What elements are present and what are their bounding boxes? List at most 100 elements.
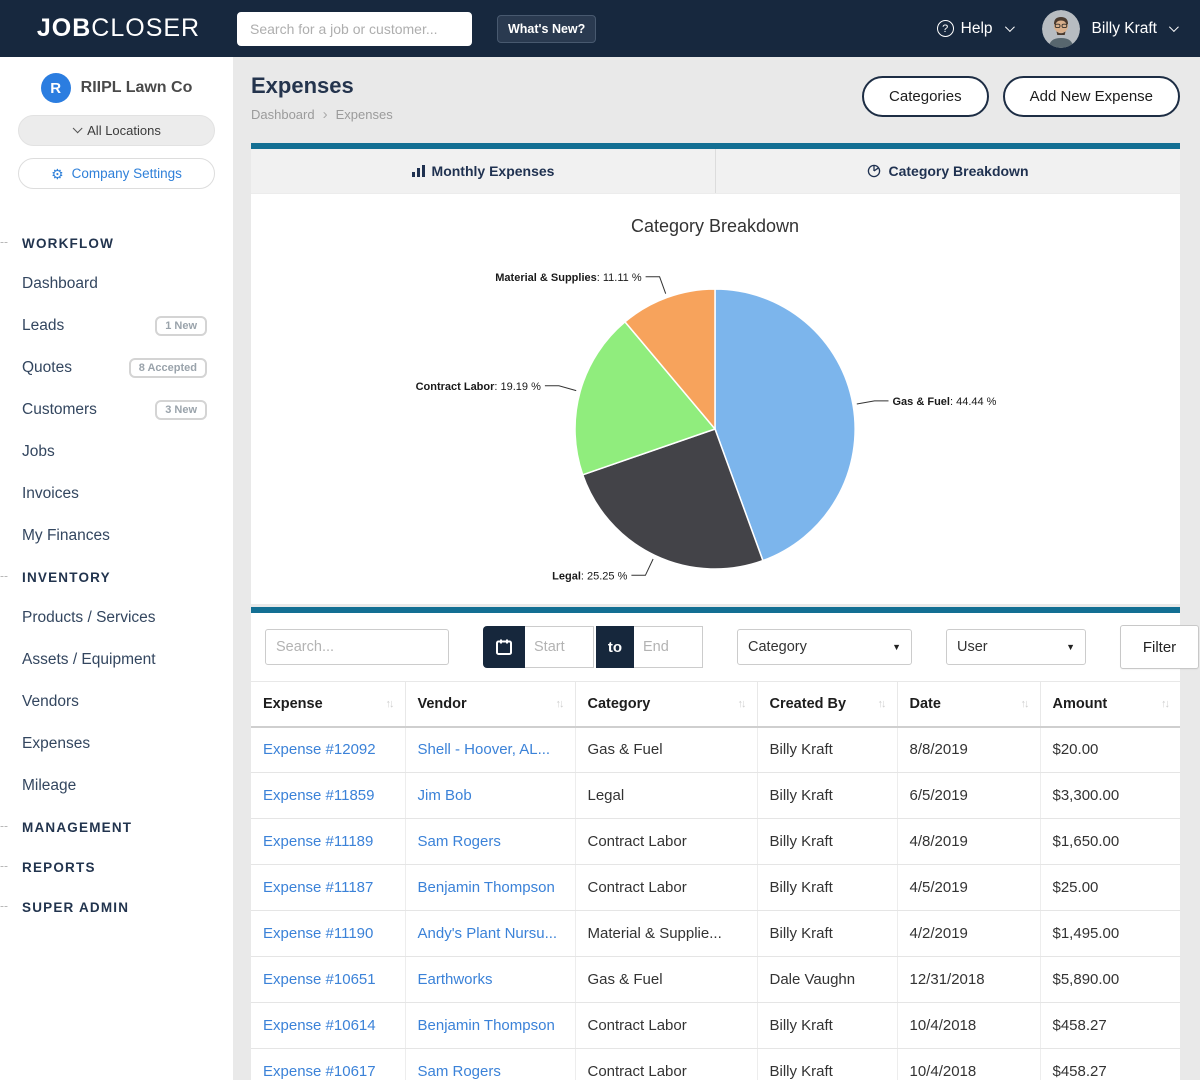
sidebar-item-label: Invoices [22,485,79,503]
expense-link[interactable]: Expense #10617 [251,1049,405,1080]
vendor-link[interactable]: Andy's Plant Nursu... [405,911,575,957]
expenses-table: Expense↑↓ Vendor↑↓ Category↑↓ Created By… [251,681,1180,1080]
vendor-link[interactable]: Benjamin Thompson [405,1003,575,1049]
category-cell: Material & Supplie... [575,911,757,957]
bar-chart-icon [412,165,425,177]
breadcrumb-dashboard[interactable]: Dashboard [251,107,315,122]
vendor-link[interactable]: Sam Rogers [405,819,575,865]
page-title: Expenses [251,73,393,99]
sidebar-section-workflow[interactable]: -- WORKFLOW [0,223,233,263]
whats-new-button[interactable]: What's New? [497,15,596,43]
global-search-input[interactable] [237,12,472,46]
user-menu[interactable]: Billy Kraft [1092,20,1157,38]
created-by-cell: Billy Kraft [757,865,897,911]
expense-link[interactable]: Expense #11187 [251,865,405,911]
expense-link[interactable]: Expense #10651 [251,957,405,1003]
company-name: RIIPL Lawn Co [81,79,193,97]
table-body: Expense #12092 Shell - Hoover, AL... Gas… [251,727,1180,1080]
sidebar-item-dashboard[interactable]: Dashboard [0,263,233,305]
vendor-link[interactable]: Shell - Hoover, AL... [405,727,575,773]
vendor-link[interactable]: Earthworks [405,957,575,1003]
expense-link[interactable]: Expense #11190 [251,911,405,957]
sidebar-item-customers[interactable]: Customers 3 New [0,389,233,431]
company-settings-button[interactable]: ⚙ Company Settings [18,158,215,189]
add-new-expense-button[interactable]: Add New Expense [1003,76,1180,117]
created-by-cell: Billy Kraft [757,773,897,819]
pie-chart-icon [867,164,881,178]
category-select[interactable]: Category ▼ [737,629,912,665]
sort-icon: ↑↓ [386,698,393,710]
sidebar-item-expenses[interactable]: Expenses [0,723,233,765]
vendor-link[interactable]: Jim Bob [405,773,575,819]
sidebar-item-label: Quotes [22,359,72,377]
created-by-cell: Billy Kraft [757,911,897,957]
date-cell: 12/31/2018 [897,957,1040,1003]
sidebar-item-leads[interactable]: Leads 1 New [0,305,233,347]
column-header-category[interactable]: Category↑↓ [575,682,757,727]
category-cell: Contract Labor [575,1003,757,1049]
sidebar-item-vendors[interactable]: Vendors [0,681,233,723]
tab-label: Monthly Expenses [432,163,555,179]
sidebar-section-management[interactable]: -- MANAGEMENT [0,807,233,847]
sidebar-item-quotes[interactable]: Quotes 8 Accepted [0,347,233,389]
help-menu[interactable]: Help [961,20,993,38]
column-header-vendor[interactable]: Vendor↑↓ [405,682,575,727]
sidebar-item-label: Leads [22,317,64,335]
sidebar-item-my-finances[interactable]: My Finances [0,515,233,557]
sidebar-section-inventory[interactable]: -- INVENTORY [0,557,233,597]
table-row: Expense #11859 Jim Bob Legal Billy Kraft… [251,773,1180,819]
sidebar-item-label: Assets / Equipment [22,651,156,669]
sidebar-item-assets-equipment[interactable]: Assets / Equipment [0,639,233,681]
main-content: Expenses Dashboard › Expenses Categories… [233,57,1200,1080]
expense-link[interactable]: Expense #12092 [251,727,405,773]
calendar-button[interactable] [483,626,525,668]
category-cell: Contract Labor [575,865,757,911]
locations-dropdown[interactable]: All Locations [18,115,215,146]
sidebar-item-products-services[interactable]: Products / Services [0,597,233,639]
table-row: Expense #11189 Sam Rogers Contract Labor… [251,819,1180,865]
sidebar-item-mileage[interactable]: Mileage [0,765,233,807]
date-cell: 4/2/2019 [897,911,1040,957]
table-row: Expense #10614 Benjamin Thompson Contrac… [251,1003,1180,1049]
user-select[interactable]: User ▼ [946,629,1086,665]
sidebar-section-label: SUPER ADMIN [22,900,129,915]
pie-label-connector [631,559,653,575]
category-cell: Gas & Fuel [575,957,757,1003]
sidebar-item-jobs[interactable]: Jobs [0,431,233,473]
table-search-input[interactable] [265,629,449,665]
table-header-row: Expense↑↓ Vendor↑↓ Category↑↓ Created By… [251,682,1180,727]
vendor-link[interactable]: Sam Rogers [405,1049,575,1080]
logo-light: CLOSER [91,14,200,42]
tab-monthly-expenses[interactable]: Monthly Expenses [251,149,716,193]
start-date-input[interactable] [525,626,594,668]
expense-link[interactable]: Expense #11189 [251,819,405,865]
end-date-input[interactable] [634,626,703,668]
tab-category-breakdown[interactable]: Category Breakdown [716,149,1180,193]
categories-button[interactable]: Categories [862,76,989,117]
chevron-down-icon [1169,22,1179,32]
category-select-value: Category [748,639,807,655]
expense-link[interactable]: Expense #10614 [251,1003,405,1049]
top-navbar: JOBCLOSER What's New? ? Help Billy Kraft [0,0,1200,57]
sidebar-item-invoices[interactable]: Invoices [0,473,233,515]
logo-bold: JOB [37,14,91,42]
column-header-expense[interactable]: Expense↑↓ [251,682,405,727]
created-by-cell: Billy Kraft [757,819,897,865]
sidebar-section-reports[interactable]: -- REPORTS [0,847,233,887]
locations-label: All Locations [87,123,161,138]
amount-cell: $20.00 [1040,727,1180,773]
category-cell: Contract Labor [575,1049,757,1080]
vendor-link[interactable]: Benjamin Thompson [405,865,575,911]
avatar[interactable] [1042,10,1080,48]
amount-cell: $3,300.00 [1040,773,1180,819]
column-header-amount[interactable]: Amount↑↓ [1040,682,1180,727]
column-header-date[interactable]: Date↑↓ [897,682,1040,727]
pie-label-gas-fuel: Gas & Fuel: 44.44 % [893,396,997,408]
filter-button[interactable]: Filter [1120,625,1199,669]
category-cell: Gas & Fuel [575,727,757,773]
sidebar-section-super-admin[interactable]: -- SUPER ADMIN [0,887,233,927]
sidebar-nav: -- WORKFLOW Dashboard Leads 1 New Quotes… [0,223,233,927]
column-header-created-by[interactable]: Created By↑↓ [757,682,897,727]
expense-link[interactable]: Expense #11859 [251,773,405,819]
help-icon: ? [937,20,954,37]
